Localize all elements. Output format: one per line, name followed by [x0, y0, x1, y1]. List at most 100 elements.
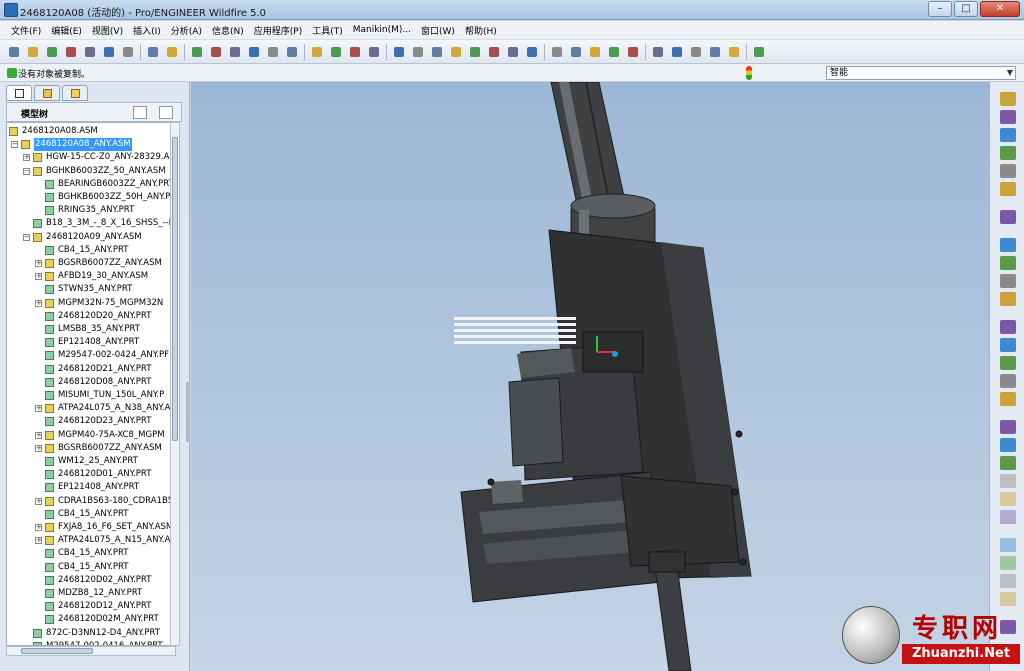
tree-node[interactable]: CB4_15_ANY.PRT: [7, 561, 175, 574]
menu-edit[interactable]: 编辑(E): [46, 24, 87, 37]
menu-analysis[interactable]: 分析(A): [166, 24, 207, 37]
tree-node[interactable]: CB4_15_ANY.PRT: [7, 547, 175, 560]
refit-icon[interactable]: [448, 44, 464, 60]
tree-node[interactable]: 872C-D3NN12-D4_ANY.PRT: [7, 627, 175, 640]
datum-planes-icon[interactable]: [650, 44, 666, 60]
tree-node[interactable]: LMSB8_35_ANY.PRT: [7, 323, 175, 336]
tree-node[interactable]: EP121408_ANY.PRT: [7, 481, 175, 494]
repaint-icon[interactable]: [328, 44, 344, 60]
hidden-line-icon[interactable]: [568, 44, 584, 60]
expand-icon[interactable]: +: [35, 497, 42, 505]
select-box-icon[interactable]: [309, 44, 325, 60]
save-copy-icon[interactable]: [63, 44, 79, 60]
selection-filter-dropdown[interactable]: 智能 ▼: [826, 66, 1016, 80]
new-icon[interactable]: [6, 44, 22, 60]
tree-node[interactable]: 2468120D02_ANY.PRT: [7, 574, 175, 587]
tree-node[interactable]: + AFBD19_30_ANY.ASM: [7, 270, 175, 283]
merge-icon[interactable]: [1000, 556, 1016, 570]
expand-icon[interactable]: +: [35, 431, 42, 439]
chamfer-icon[interactable]: [1000, 374, 1016, 388]
tree-node[interactable]: − 2468120A09_ANY.ASM: [7, 231, 175, 244]
undo-icon[interactable]: [145, 44, 161, 60]
tree-node[interactable]: + MGPM40-75A-XC8_MGPM: [7, 429, 175, 442]
component-place-icon[interactable]: [1000, 238, 1016, 252]
tree-node[interactable]: M29547-002-0424_ANY.PF: [7, 349, 175, 362]
round-icon[interactable]: [1000, 356, 1016, 370]
expand-icon[interactable]: +: [35, 260, 42, 267]
tree-node[interactable]: BEARINGB6003ZZ_ANY.PRT: [7, 178, 175, 191]
email-icon[interactable]: [101, 44, 117, 60]
point-icon[interactable]: [1000, 164, 1016, 178]
shell-icon[interactable]: [1000, 392, 1016, 406]
tree-node[interactable]: 2468120D08_ANY.PRT: [7, 376, 175, 389]
expand-icon[interactable]: +: [35, 273, 42, 281]
copy-icon[interactable]: [208, 44, 224, 60]
tree-node[interactable]: 2468120D23_ANY.PRT: [7, 415, 175, 428]
menu-help[interactable]: 帮助(H): [460, 24, 502, 37]
tree-node[interactable]: BGHKB6003ZZ_50H_ANY.P: [7, 191, 175, 204]
expand-icon[interactable]: +: [35, 444, 42, 452]
axis-icon[interactable]: [1000, 128, 1016, 142]
menu-file[interactable]: 文件(F): [6, 24, 46, 37]
redo-icon[interactable]: [164, 44, 180, 60]
maximize-button[interactable]: □: [954, 1, 978, 17]
tree-node[interactable]: + BGSRB6007ZZ_ANY.ASM: [7, 442, 175, 455]
spin-center-icon[interactable]: [347, 44, 363, 60]
menu-applications[interactable]: 应用程序(P): [249, 24, 307, 37]
tree-vertical-scrollbar[interactable]: [170, 122, 180, 646]
collapse-icon[interactable]: −: [23, 233, 30, 241]
menu-tools[interactable]: 工具(T): [307, 24, 348, 37]
blend-icon[interactable]: [1000, 510, 1016, 524]
expand-icon[interactable]: +: [35, 299, 42, 307]
tree-node[interactable]: RRING35_ANY.PRT: [7, 204, 175, 217]
reorient-icon[interactable]: [467, 44, 483, 60]
expand-icon[interactable]: +: [35, 537, 42, 545]
collapse-icon[interactable]: −: [11, 141, 18, 149]
tree-settings-icon[interactable]: [133, 106, 147, 119]
navigator-splitter[interactable]: [186, 382, 190, 442]
save-icon[interactable]: [44, 44, 60, 60]
datum-points-icon[interactable]: [688, 44, 704, 60]
tree-horizontal-scrollbar[interactable]: [6, 646, 176, 656]
tree-node[interactable]: 2468120D12_ANY.PRT: [7, 600, 175, 613]
scroll-thumb[interactable]: [21, 648, 93, 654]
appearance-icon[interactable]: [366, 44, 382, 60]
favorites-tab-icon[interactable]: [62, 85, 88, 101]
tree-node[interactable]: + BGSRB6007ZZ_ANY.ASM: [7, 257, 175, 270]
draft-icon[interactable]: [1000, 420, 1016, 434]
expand-icon[interactable]: +: [23, 154, 30, 162]
paste-icon[interactable]: [227, 44, 243, 60]
tree-node[interactable]: + MGPM32N-75_MGPM32N: [7, 297, 175, 310]
create-icon[interactable]: [1000, 274, 1016, 288]
layers-icon[interactable]: [505, 44, 521, 60]
no-hidden-icon[interactable]: [587, 44, 603, 60]
open-icon[interactable]: [25, 44, 41, 60]
zoom-in-icon[interactable]: [410, 44, 426, 60]
tree-node[interactable]: + ATPA24L075_A_N15_ANY.A: [7, 534, 175, 547]
paste-special-icon[interactable]: [246, 44, 262, 60]
intersect-icon[interactable]: [1000, 574, 1016, 588]
tree-node[interactable]: − 2468120A08_ANY.ASM: [7, 138, 175, 152]
saved-views-icon[interactable]: [486, 44, 502, 60]
analysis-icon[interactable]: [1000, 210, 1016, 224]
tree-node[interactable]: CB4_15_ANY.PRT: [7, 244, 175, 257]
menu-info[interactable]: 信息(N): [207, 24, 249, 37]
tree-node[interactable]: 2468120D21_ANY.PRT: [7, 363, 175, 376]
tree-node[interactable]: MISUMI_TUN_150L_ANY.P: [7, 389, 175, 402]
mail-attach-icon[interactable]: [120, 44, 136, 60]
tree-node[interactable]: + CDRA1BS63-180_CDRA1B5: [7, 495, 175, 508]
expand-icon[interactable]: +: [35, 405, 42, 413]
enhanced-realism-icon[interactable]: [625, 44, 641, 60]
tree-node[interactable]: 2468120D20_ANY.PRT: [7, 310, 175, 323]
tree-node[interactable]: − BGHKB6003ZZ_50_ANY.ASM: [7, 165, 175, 178]
pattern-icon[interactable]: [1000, 292, 1016, 306]
scroll-thumb[interactable]: [172, 137, 178, 441]
sketch-icon[interactable]: [1000, 92, 1016, 106]
tree-node[interactable]: 2468120D01_ANY.PRT: [7, 468, 175, 481]
folder-browser-tab-icon[interactable]: [34, 85, 60, 101]
menu-insert[interactable]: 插入(I): [128, 24, 166, 37]
print-icon[interactable]: [82, 44, 98, 60]
tree-node[interactable]: EP121408_ANY.PRT: [7, 336, 175, 349]
tree-node[interactable]: WM12_25_ANY.PRT: [7, 455, 175, 468]
model-tree-tab-icon[interactable]: [6, 85, 32, 101]
